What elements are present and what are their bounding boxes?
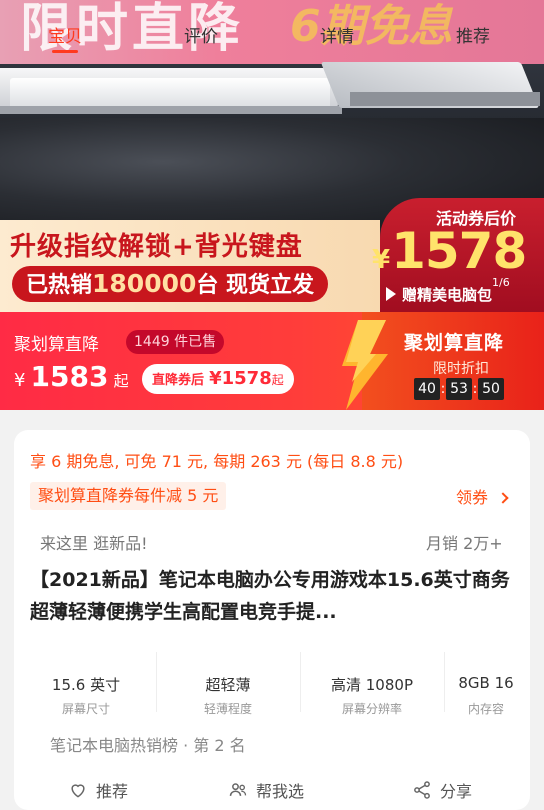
share-button[interactable]: 分享 <box>412 778 472 802</box>
coupon-price: ¥1578 <box>372 222 527 280</box>
spec-value: 超轻薄 <box>205 676 251 694</box>
spec-screen-size: 15.6 英寸 屏幕尺寸 <box>14 644 158 718</box>
spec-thinness: 超轻薄 轻薄程度 <box>156 644 300 718</box>
receive-coupon-label: 领券 <box>456 488 489 507</box>
promo-sales-pill: 已热销180000台 现货立发 <box>12 266 329 302</box>
jhs-price: ¥ 1583 起 <box>14 360 129 393</box>
help-me-choose-label: 帮我选 <box>256 782 305 801</box>
tab-details[interactable]: 详情 <box>320 22 354 47</box>
chevron-right-icon <box>497 492 509 504</box>
promo-sales-prefix: 已热销 <box>26 273 93 298</box>
gift-label: 赠精美电脑包 <box>386 284 544 308</box>
jhs-after-label: 直降券后 <box>152 373 205 388</box>
heart-icon <box>71 784 85 798</box>
jhs-sold-badge: 1449 件已售 <box>126 330 225 354</box>
action-bar: 推荐 帮我选 分享 <box>14 774 530 810</box>
nav-tabs: 宝贝 评价 详情 推荐 <box>0 22 544 58</box>
promo-headline: 升级指纹解锁+背光键盘 <box>10 232 303 262</box>
jhs-currency: ¥ <box>14 370 26 391</box>
recommend-button[interactable]: 推荐 <box>68 778 128 802</box>
laptop-image-front-ports <box>0 106 342 114</box>
countdown-hours: 40 <box>414 378 440 400</box>
spec-value: 8GB 16 <box>458 674 514 692</box>
play-icon <box>386 287 396 301</box>
coupon-currency: ¥ <box>372 245 390 275</box>
jhs-after-price: ¥1578 <box>209 368 272 389</box>
promo-sales-suffix: 台 现货立发 <box>196 273 315 298</box>
product-info-card: 享 6 期免息, 可免 71 元, 每期 263 元 (每日 8.8 元) 聚划… <box>14 430 530 810</box>
spec-resolution: 高清 1080P 屏幕分辨率 <box>300 644 444 718</box>
jhs-brand-logo: 聚划算直降 <box>404 332 505 354</box>
coupon-price-value: 1578 <box>391 222 527 280</box>
spec-row[interactable]: 15.6 英寸 屏幕尺寸 超轻薄 轻薄程度 高清 1080P 屏幕分辨率 8GB… <box>14 644 530 718</box>
spec-key: 内存容 <box>467 702 504 716</box>
jhs-price-suffix: 起 <box>113 372 129 390</box>
jhs-price-value: 1583 <box>30 360 109 393</box>
lightning-icon <box>342 320 388 410</box>
tab-baobei[interactable]: 宝贝 <box>48 22 82 53</box>
gift-text: 赠精美电脑包 <box>402 286 493 304</box>
ranking-link[interactable]: 笔记本电脑热销榜 · 第 2 名 <box>50 732 246 756</box>
share-icon <box>414 781 430 799</box>
people-icon <box>229 783 247 796</box>
jhs-name: 聚划算直降 <box>14 335 99 355</box>
coupon-tag[interactable]: 聚划算直降券每件减 5 元 <box>30 482 227 510</box>
spec-value: 高清 1080P <box>331 676 413 694</box>
monthly-sales: 月销 2万+ <box>426 534 503 553</box>
spec-key: 轻薄程度 <box>203 702 252 716</box>
spec-key: 屏幕尺寸 <box>61 702 110 716</box>
countdown-seconds: 50 <box>478 378 504 400</box>
spec-value: 15.6 英寸 <box>51 676 121 694</box>
hero-banner[interactable]: 限时直降 6期免息 宝贝 评价 详情 推荐 升级指纹解锁+背光键盘 已热销180… <box>0 0 544 312</box>
share-label: 分享 <box>440 782 473 801</box>
jhs-band[interactable]: 聚划算直降 1449 件已售 ¥ 1583 起 直降券后 ¥1578起 聚划算直… <box>0 312 544 410</box>
product-title: 【2021新品】笔记本电脑办公专用游戏本15.6英寸商务超薄轻薄便携学生高配置电… <box>30 569 510 623</box>
countdown-timer: 40:53:50 <box>414 378 504 402</box>
laptop-image-back-edge <box>350 92 540 106</box>
help-me-choose-button[interactable]: 帮我选 <box>228 778 304 802</box>
jhs-after-coupon-pill: 直降券后 ¥1578起 <box>142 364 294 394</box>
new-arrivals-link[interactable]: 来这里 逛新品! <box>40 530 148 554</box>
promo-sales-number: 180000 <box>92 269 197 298</box>
countdown-minutes: 53 <box>446 378 472 400</box>
receive-coupon-button[interactable]: 领券 <box>456 484 509 508</box>
jhs-limit-text: 限时折扣 <box>433 361 489 377</box>
tab-recommend[interactable]: 推荐 <box>456 22 490 47</box>
spec-memory: 8GB 16 内存容 <box>442 644 530 718</box>
spec-key: 屏幕分辨率 <box>341 702 402 716</box>
jhs-after-suffix: 起 <box>271 373 284 387</box>
recommend-label: 推荐 <box>96 782 129 801</box>
installment-text[interactable]: 享 6 期免息, 可免 71 元, 每期 263 元 (每日 8.8 元) <box>30 448 403 472</box>
tab-reviews[interactable]: 评价 <box>184 22 218 47</box>
